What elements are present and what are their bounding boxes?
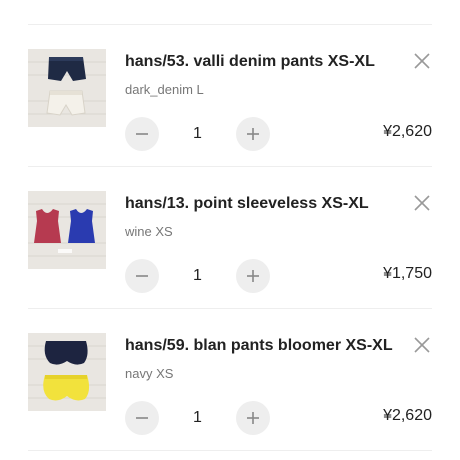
decrease-quantity-button[interactable]	[125, 401, 159, 435]
quantity-stepper: 1	[125, 117, 271, 151]
product-thumbnail[interactable]	[28, 49, 106, 127]
product-thumbnail[interactable]	[28, 191, 106, 269]
product-price: ¥2,620	[383, 407, 432, 424]
quantity-stepper: 1	[125, 259, 271, 293]
cart-item: hans/59. blan pants bloomer XS-XL navy X…	[28, 309, 432, 451]
remove-item-button[interactable]	[412, 193, 432, 213]
close-icon	[414, 53, 430, 69]
increase-quantity-button[interactable]	[236, 259, 270, 293]
minus-icon	[136, 417, 148, 419]
product-variant: dark_denim L	[125, 82, 204, 97]
decrease-quantity-button[interactable]	[125, 259, 159, 293]
increase-quantity-button[interactable]	[236, 401, 270, 435]
remove-item-button[interactable]	[412, 335, 432, 355]
quantity-value: 1	[193, 125, 202, 142]
cart-item-list: hans/53. valli denim pants XS-XL dark_de…	[28, 24, 432, 451]
product-thumbnail[interactable]	[28, 333, 106, 411]
quantity-value: 1	[193, 267, 202, 284]
quantity-value: 1	[193, 409, 202, 426]
decrease-quantity-button[interactable]	[125, 117, 159, 151]
close-icon	[414, 337, 430, 353]
cart-item: hans/13. point sleeveless XS-XL wine XS …	[28, 167, 432, 309]
product-variant: navy XS	[125, 366, 174, 381]
product-price: ¥2,620	[383, 123, 432, 140]
product-name[interactable]: hans/59. blan pants bloomer XS-XL	[125, 337, 393, 355]
minus-icon	[136, 133, 148, 135]
plus-icon	[247, 412, 259, 424]
plus-icon	[247, 270, 259, 282]
plus-icon	[247, 128, 259, 140]
cart-item: hans/53. valli denim pants XS-XL dark_de…	[28, 25, 432, 167]
product-price: ¥1,750	[383, 265, 432, 282]
remove-item-button[interactable]	[412, 51, 432, 71]
increase-quantity-button[interactable]	[236, 117, 270, 151]
product-variant: wine XS	[125, 224, 173, 239]
minus-icon	[136, 275, 148, 277]
product-name[interactable]: hans/53. valli denim pants XS-XL	[125, 53, 375, 71]
product-name[interactable]: hans/13. point sleeveless XS-XL	[125, 195, 369, 213]
close-icon	[414, 195, 430, 211]
quantity-stepper: 1	[125, 401, 271, 435]
